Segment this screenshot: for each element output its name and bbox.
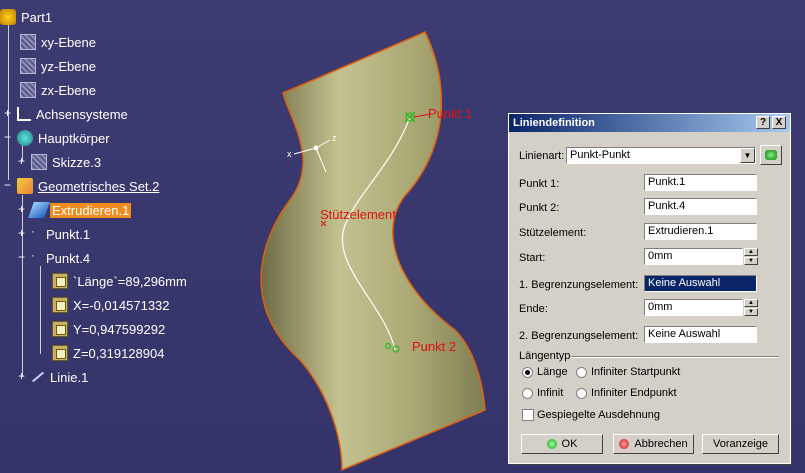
- geometric-set-icon: [17, 178, 33, 194]
- cancel-red-dot-icon: [619, 439, 630, 449]
- punkt2-field[interactable]: Punkt.4: [644, 198, 757, 215]
- tree-item-part1[interactable]: Part1: [0, 8, 54, 26]
- tree-item-laenge[interactable]: `Länge`=89,296mm: [52, 272, 189, 290]
- radio-infiniter-endpunkt[interactable]: [576, 388, 587, 399]
- punkt2-label: Punkt 2: [412, 339, 457, 354]
- expand-plus-icon[interactable]: +: [18, 369, 28, 385]
- dialog-title: Liniendefinition: [513, 117, 595, 129]
- specification-tree[interactable]: Part1 xy-Ebene yz-Ebene zx-Ebene + Achse…: [0, 0, 260, 473]
- close-button[interactable]: X: [772, 116, 786, 129]
- ende-field-label: Ende:: [519, 303, 548, 315]
- stuetzelement-label: Stützelement: [320, 207, 396, 222]
- tree-item-z[interactable]: Z=0,319128904: [52, 344, 166, 362]
- spin-up-icon[interactable]: ▲: [744, 248, 758, 256]
- spin-up-icon[interactable]: ▲: [744, 299, 758, 307]
- dialog-titlebar[interactable]: Liniendefinition ? X: [509, 114, 790, 132]
- punkt2-prefix: o: [385, 340, 392, 352]
- geometry-icon: [765, 150, 777, 160]
- tree-item-achsensysteme[interactable]: + Achsensysteme: [4, 105, 130, 123]
- radio-infinit[interactable]: [522, 388, 533, 399]
- svg-text:x: x: [287, 149, 292, 159]
- parameter-icon: [52, 273, 68, 289]
- tree-item-skizze3[interactable]: + Skizze.3: [18, 153, 103, 171]
- expand-plus-icon[interactable]: +: [4, 106, 14, 122]
- radio-infiniter-startpunkt[interactable]: [576, 367, 587, 378]
- axis-system-icon: [17, 107, 31, 121]
- tree-item-y[interactable]: Y=0,947599292: [52, 320, 167, 338]
- point-icon: ·: [31, 250, 35, 262]
- expand-plus-icon[interactable]: +: [18, 226, 28, 242]
- parameter-icon: [52, 297, 68, 313]
- liniendefinition-dialog: Liniendefinition ? X Linienart: Punkt-Pu…: [508, 113, 791, 464]
- start-spinner[interactable]: ▲ ▼: [744, 248, 758, 265]
- linienart-select[interactable]: Punkt-Punkt: [566, 147, 756, 164]
- collapse-minus-icon[interactable]: −: [4, 130, 14, 146]
- svg-text:z: z: [332, 133, 337, 143]
- ende-field[interactable]: 0mm: [644, 299, 743, 316]
- part-icon: [0, 9, 16, 25]
- punkt1-field[interactable]: Punkt.1: [644, 174, 757, 191]
- collapse-minus-icon[interactable]: −: [18, 250, 28, 266]
- radio-infinit-label[interactable]: Infinit: [537, 387, 563, 399]
- collapse-minus-icon[interactable]: −: [4, 178, 14, 194]
- punkt1-marker: [404, 111, 416, 123]
- expand-plus-icon[interactable]: +: [18, 202, 28, 218]
- point-icon: ·: [31, 226, 35, 238]
- tree-item-extrudieren1[interactable]: + Extrudieren.1: [18, 201, 132, 219]
- tree-item-zx-ebene[interactable]: zx-Ebene: [20, 81, 98, 99]
- abbrechen-button[interactable]: Abbrechen: [613, 434, 694, 454]
- begrenzung2-field[interactable]: Keine Auswahl: [644, 326, 757, 343]
- gespiegelte-ausdehnung-label[interactable]: Gespiegelte Ausdehnung: [537, 409, 660, 421]
- linienart-label: Linienart:: [519, 150, 565, 162]
- radio-laenge[interactable]: [522, 367, 533, 378]
- chevron-down-icon[interactable]: ▼: [740, 148, 755, 163]
- plane-icon: [20, 82, 36, 98]
- gespiegelte-ausdehnung-checkbox[interactable]: [522, 409, 534, 421]
- begrenzung1-field-label: 1. Begrenzungselement:: [519, 279, 639, 291]
- punkt1-label: Punkt 1: [428, 106, 473, 121]
- ok-button[interactable]: OK: [521, 434, 603, 454]
- punkt1-field-label: Punkt 1:: [519, 178, 560, 190]
- tree-item-punkt4[interactable]: − · Punkt.4: [18, 249, 92, 267]
- line-icon: [31, 371, 45, 383]
- sketch-icon: [31, 154, 47, 170]
- tree-item-hauptkoerper[interactable]: − Hauptkörper: [4, 129, 112, 147]
- tree-item-yz-ebene[interactable]: yz-Ebene: [20, 57, 98, 75]
- voranzeige-button[interactable]: Voranzeige: [702, 434, 779, 454]
- begrenzung2-field-label: 2. Begrenzungselement:: [519, 330, 639, 342]
- ok-green-dot-icon: [546, 439, 557, 449]
- parameter-icon: [52, 321, 68, 337]
- stuetzelement-field[interactable]: Extrudieren.1: [644, 223, 757, 240]
- ende-spinner[interactable]: ▲ ▼: [744, 299, 758, 316]
- body-icon: [17, 130, 33, 146]
- tree-item-xy-ebene[interactable]: xy-Ebene: [20, 33, 98, 51]
- tree-item-linie1[interactable]: + Linie.1: [18, 368, 90, 386]
- tree-item-x[interactable]: X=-0,014571332: [52, 296, 172, 314]
- help-button[interactable]: ?: [756, 116, 770, 129]
- plane-icon: [20, 34, 36, 50]
- extrude-icon: [28, 202, 50, 218]
- spin-down-icon[interactable]: ▼: [744, 308, 758, 316]
- punkt2-field-label: Punkt 2:: [519, 202, 560, 214]
- parameter-icon: [52, 345, 68, 361]
- spin-down-icon[interactable]: ▼: [744, 257, 758, 265]
- tree-item-geometrisches-set2[interactable]: − Geometrisches Set.2: [4, 177, 161, 195]
- radio-infiniter-startpunkt-label[interactable]: Infiniter Startpunkt: [591, 366, 680, 378]
- radio-laenge-label[interactable]: Länge: [537, 366, 568, 378]
- geometry-options-button[interactable]: [760, 145, 782, 165]
- radio-infiniter-endpunkt-label[interactable]: Infiniter Endpunkt: [591, 387, 677, 399]
- begrenzung1-field[interactable]: Keine Auswahl: [644, 275, 757, 292]
- stuetzelement-field-label: Stützelement:: [519, 227, 587, 239]
- start-field-label: Start:: [519, 252, 546, 264]
- laengentyp-separator: [571, 356, 779, 358]
- expand-plus-icon[interactable]: +: [18, 154, 28, 170]
- laengentyp-label: Längentyp: [519, 350, 571, 362]
- start-field[interactable]: 0mm: [644, 248, 743, 265]
- tree-item-punkt1[interactable]: + · Punkt.1: [18, 225, 92, 243]
- plane-icon: [20, 58, 36, 74]
